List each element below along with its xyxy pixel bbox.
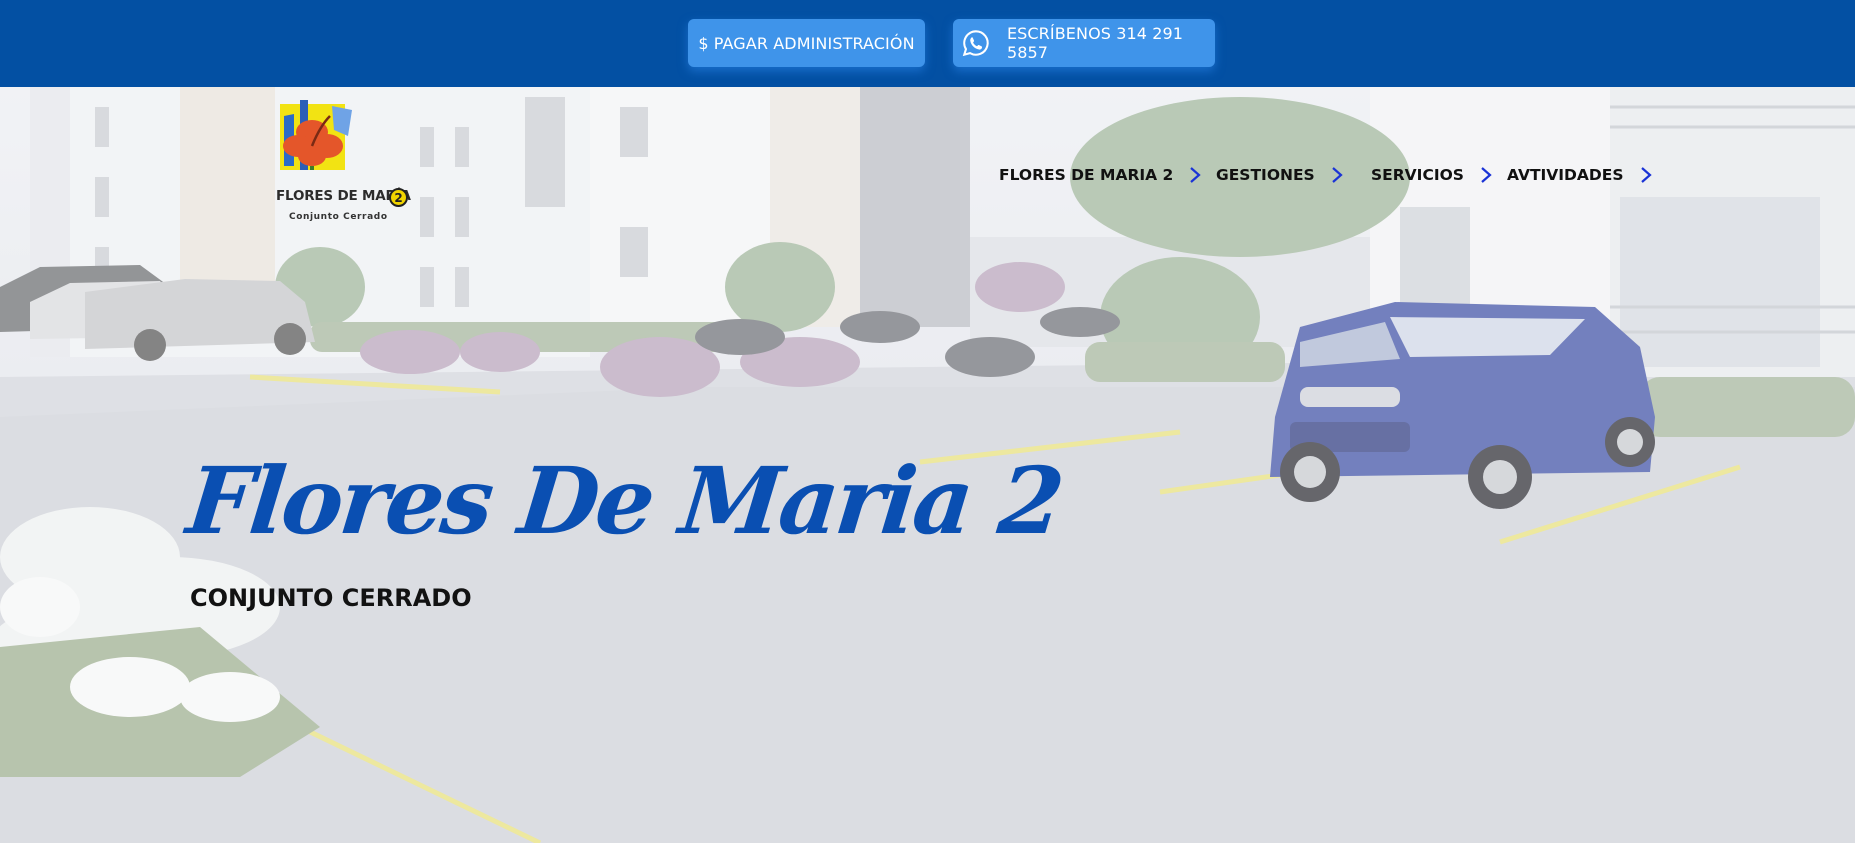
chevron-right-icon [1640, 167, 1652, 183]
nav-item-avtividades[interactable]: AVTIVIDADES [1507, 163, 1652, 187]
nav-item-label: GESTIONES [1216, 166, 1315, 184]
nav-item-label: AVTIVIDADES [1507, 166, 1624, 184]
nav-item-label: FLORES DE MARIA 2 [999, 166, 1174, 184]
logo-number-badge: 2 [389, 188, 408, 207]
pay-administration-label: $ PAGAR ADMINISTRACIÓN [698, 33, 915, 53]
chevron-right-icon [1190, 167, 1201, 183]
chevron-right-icon [1481, 167, 1492, 183]
whatsapp-icon [962, 30, 989, 57]
hero-subtitle: CONJUNTO CERRADO [190, 584, 472, 612]
nav-item-label: SERVICIOS [1371, 166, 1464, 184]
chevron-right-icon [1331, 167, 1343, 183]
whatsapp-contact-button[interactable]: ESCRÍBENOS 314 291 5857 [953, 19, 1215, 67]
top-bar: $ PAGAR ADMINISTRACIÓN ESCRÍBENOS 314 29… [0, 0, 1855, 87]
whatsapp-contact-label: ESCRÍBENOS 314 291 5857 [1006, 24, 1184, 62]
logo-tagline: Conjunto Cerrado [289, 212, 388, 222]
nav-item-gestiones[interactable]: GESTIONES [1216, 163, 1343, 187]
nav-item-flores-de-maria-2[interactable]: FLORES DE MARIA 2 [999, 163, 1201, 187]
pay-administration-button[interactable]: $ PAGAR ADMINISTRACIÓN [688, 19, 925, 67]
hero-title: Flores De Maria 2 [182, 447, 1067, 555]
nav-item-servicios[interactable]: SERVICIOS [1371, 163, 1492, 187]
